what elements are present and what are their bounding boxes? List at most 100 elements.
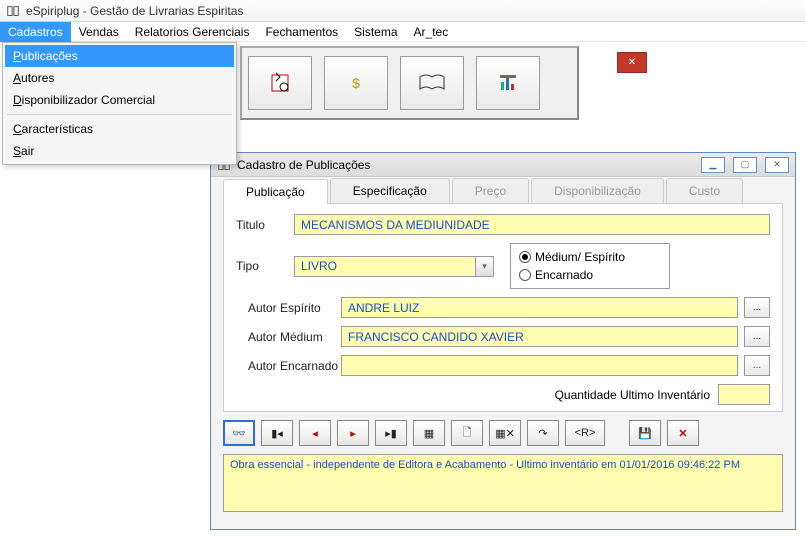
first-icon: ▮◂: [271, 427, 283, 440]
main-toolbar: $: [240, 46, 579, 120]
open-book-icon: [418, 73, 446, 93]
menu-sistema[interactable]: Sistema: [346, 22, 405, 42]
nav-cancel-button[interactable]: ✕: [667, 420, 699, 446]
menu-artec[interactable]: Ar_tec: [406, 22, 457, 42]
radio-encarnado[interactable]: Encarnado: [519, 266, 661, 284]
nav-first-button[interactable]: ▮◂: [261, 420, 293, 446]
label-tipo: Tipo: [236, 259, 294, 273]
minimize-button[interactable]: ▁: [701, 157, 725, 173]
toolbar-btn-3[interactable]: [400, 56, 464, 110]
combo-tipo[interactable]: ▾: [294, 256, 494, 277]
dd-separator: [7, 114, 232, 115]
label-autor-medium: Autor Médium: [236, 330, 341, 344]
close-icon: ✕: [773, 159, 781, 170]
nav-next-button[interactable]: ▸: [337, 420, 369, 446]
dropdown-cadastros: Publicações Autores Disponibilizador Com…: [2, 42, 237, 165]
nav-delete-grid-button[interactable]: ▦✕: [489, 420, 521, 446]
tab-disponibilizacao[interactable]: Disponibilização: [531, 178, 664, 203]
label-autor-encarnado: Autor Encarnado: [236, 359, 341, 373]
child-window: Cadastro de Publicações ▁ ▢ ✕ Publicação…: [210, 152, 796, 530]
dd-publicacoes[interactable]: Publicações: [5, 45, 234, 67]
ellipsis-icon: ...: [753, 360, 761, 371]
last-icon: ▸▮: [385, 427, 397, 440]
svg-text:$: $: [352, 75, 360, 91]
tab-bar: Publicação Especificação Preço Disponibi…: [211, 177, 795, 203]
radio-medium-label: Médium/ Espírito: [535, 250, 625, 264]
menu-vendas[interactable]: Vendas: [71, 22, 127, 42]
radio-medium-circle: [519, 251, 531, 263]
form-panel: Titulo Tipo ▾ Médium/ Espírito Encarnado: [223, 203, 783, 412]
toolbar-btn-1[interactable]: [248, 56, 312, 110]
ellipsis-icon: ...: [753, 302, 761, 313]
grid-x-icon: ▦✕: [495, 427, 515, 440]
mdi-close-button[interactable]: ✕: [617, 52, 647, 73]
menu-relatorios[interactable]: Relatorios Gerenciais: [127, 22, 258, 42]
radio-medium[interactable]: Médium/ Espírito: [519, 248, 661, 266]
report-icon: [497, 72, 519, 94]
lookup-autor-encarnado[interactable]: ...: [744, 355, 770, 376]
dd-sair[interactable]: Sair: [5, 140, 234, 162]
x-icon: ✕: [678, 427, 687, 440]
input-autor-espirito[interactable]: [341, 297, 738, 318]
settings-tool-icon: [266, 69, 294, 97]
label-autor-espirito: Autor Espírito: [236, 301, 341, 315]
child-title-text: Cadastro de Publicações: [237, 158, 370, 172]
money-icon: $: [346, 73, 366, 93]
prev-icon: ◂: [312, 427, 318, 440]
dd-caracteristicas[interactable]: Características: [5, 118, 234, 140]
dd-autores[interactable]: Autores: [5, 67, 234, 89]
nav-new-button[interactable]: 🗋: [451, 420, 483, 446]
close-icon: ✕: [628, 57, 636, 68]
tab-especificacao[interactable]: Especificação: [330, 178, 450, 203]
book-icon: [6, 4, 20, 18]
menubar: Cadastros Vendas Relatorios Gerenciais F…: [0, 22, 805, 42]
nav-r-button[interactable]: <R>: [565, 420, 605, 446]
chevron-down-icon: ▾: [482, 261, 487, 272]
label-titulo: Titulo: [236, 218, 294, 232]
input-titulo[interactable]: [294, 214, 770, 235]
radio-encarnado-circle: [519, 269, 531, 281]
maximize-button[interactable]: ▢: [733, 157, 757, 173]
nav-search-button[interactable]: 👓: [223, 420, 255, 446]
floppy-icon: 💾: [638, 427, 652, 440]
close-button[interactable]: ✕: [765, 157, 789, 173]
maximize-icon: ▢: [741, 159, 750, 170]
lookup-autor-medium[interactable]: ...: [744, 326, 770, 347]
next-icon: ▸: [350, 427, 356, 440]
new-doc-icon: 🗋: [463, 424, 472, 443]
input-autor-medium[interactable]: [341, 326, 738, 347]
menu-fechamentos[interactable]: Fechamentos: [257, 22, 346, 42]
main-toolbar-wrap: $: [240, 46, 579, 120]
app-title: eSpiriplug - Gestão de Livrarias Espirit…: [26, 4, 243, 18]
binoculars-icon: 👓: [232, 427, 246, 440]
nav-last-button[interactable]: ▸▮: [375, 420, 407, 446]
input-qtd[interactable]: [718, 384, 770, 405]
combo-tipo-field[interactable]: [294, 256, 476, 277]
toolbar-btn-4[interactable]: [476, 56, 540, 110]
lookup-autor-espirito[interactable]: ...: [744, 297, 770, 318]
radio-encarnado-label: Encarnado: [535, 268, 593, 282]
tab-publicacao[interactable]: Publicação: [223, 179, 328, 204]
exit-icon: ↷: [538, 427, 547, 440]
nav-grid-button[interactable]: ▦: [413, 420, 445, 446]
combo-tipo-button[interactable]: ▾: [476, 256, 494, 277]
radio-group-autoria: Médium/ Espírito Encarnado: [510, 243, 670, 289]
app-titlebar: eSpiriplug - Gestão de Livrarias Espirit…: [0, 0, 805, 22]
status-text: Obra essencial - independente de Editora…: [230, 459, 740, 471]
ellipsis-icon: ...: [753, 331, 761, 342]
dd-disponibilizador[interactable]: Disponibilizador Comercial: [5, 89, 234, 111]
input-autor-encarnado[interactable]: [341, 355, 738, 376]
nav-prev-button[interactable]: ◂: [299, 420, 331, 446]
minimize-icon: ▁: [710, 159, 717, 170]
nav-save-button[interactable]: 💾: [629, 420, 661, 446]
label-qtd: Quantidade Ultimo Inventário: [555, 388, 710, 402]
menu-cadastros[interactable]: Cadastros: [0, 22, 71, 42]
record-nav-bar: 👓 ▮◂ ◂ ▸ ▸▮ ▦ 🗋 ▦✕ ↷ <R> 💾 ✕: [223, 420, 783, 446]
child-titlebar: Cadastro de Publicações ▁ ▢ ✕: [211, 153, 795, 177]
nav-exit-button[interactable]: ↷: [527, 420, 559, 446]
toolbar-btn-2[interactable]: $: [324, 56, 388, 110]
grid-icon: ▦: [424, 427, 434, 440]
status-box: Obra essencial - independente de Editora…: [223, 454, 783, 512]
tab-custo[interactable]: Custo: [666, 178, 743, 203]
tab-preco[interactable]: Preço: [452, 178, 529, 203]
